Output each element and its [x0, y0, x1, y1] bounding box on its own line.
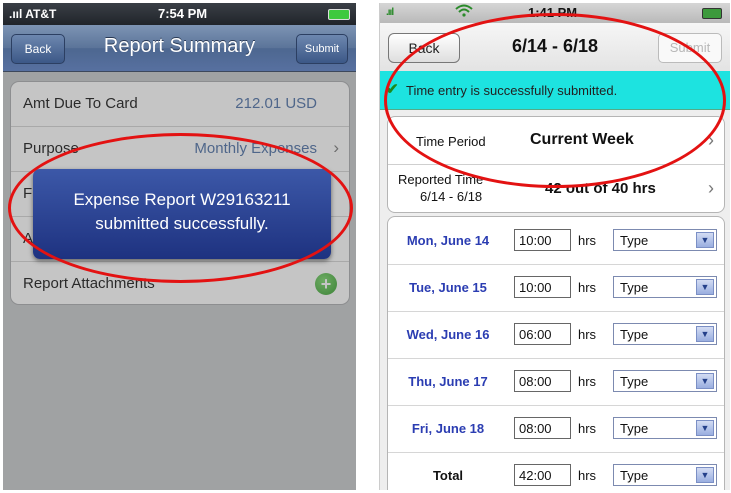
type-value: Type: [620, 468, 649, 483]
hrs-label: hrs: [578, 327, 597, 342]
type-value: Type: [620, 327, 649, 342]
day-label: Mon, June 14: [406, 233, 490, 248]
total-hours-input[interactable]: 42:00: [514, 464, 571, 486]
navigation-bar: Back Report Summary Submit: [3, 25, 356, 72]
reported-time-range: 6/14 - 6/18: [420, 189, 483, 204]
hours-input[interactable]: 08:00: [514, 417, 571, 439]
battery-icon: [328, 9, 350, 20]
chevron-right-icon: ›: [708, 178, 714, 198]
chevron-down-icon: ▼: [696, 326, 714, 342]
hours-input[interactable]: 08:00: [514, 370, 571, 392]
total-label: Total: [432, 468, 464, 483]
daily-hours-group: Mon, June 14 10:00 hrs Type ▼ Tue, June 1…: [387, 216, 725, 490]
highlight-ellipse: [384, 13, 726, 188]
submit-button[interactable]: Submit: [296, 34, 348, 64]
total-row: Total 42:00 hrs Type ▼: [388, 452, 724, 490]
clock: 7:54 PM: [158, 6, 208, 21]
type-select[interactable]: Type ▼: [613, 370, 717, 392]
chevron-down-icon: ▼: [696, 232, 714, 248]
wifi-icon: [455, 4, 473, 20]
type-value: Type: [620, 280, 649, 295]
type-select[interactable]: Type ▼: [613, 276, 717, 298]
type-select[interactable]: Type ▼: [613, 417, 717, 439]
chevron-down-icon: ▼: [696, 420, 714, 436]
type-value: Type: [620, 421, 649, 436]
hours-input[interactable]: 10:00: [514, 229, 571, 251]
carrier-label: .ııl AT&T: [9, 7, 57, 21]
highlight-ellipse: [8, 133, 353, 283]
hours-input[interactable]: 10:00: [514, 276, 571, 298]
day-label: Thu, June 17: [408, 374, 488, 389]
day-label: Tue, June 15: [409, 280, 487, 295]
day-label: Wed, June 16: [406, 327, 490, 342]
type-select[interactable]: Type ▼: [613, 464, 717, 486]
type-value: Type: [620, 374, 649, 389]
hrs-label: hrs: [578, 468, 597, 483]
day-row: Tue, June 15 10:00 hrs Type ▼: [388, 264, 724, 312]
chevron-down-icon: ▼: [696, 467, 714, 483]
day-row: Mon, June 14 10:00 hrs Type ▼: [388, 217, 724, 265]
type-select[interactable]: Type ▼: [613, 323, 717, 345]
day-row: Thu, June 17 08:00 hrs Type ▼: [388, 358, 724, 406]
day-label: Fri, June 18: [411, 421, 485, 436]
chevron-down-icon: ▼: [696, 279, 714, 295]
hrs-label: hrs: [578, 374, 597, 389]
hrs-label: hrs: [578, 280, 597, 295]
status-bar: .ııl AT&T 7:54 PM: [3, 3, 356, 25]
signal-icon: .ııl: [386, 7, 394, 18]
day-row: Wed, June 16 06:00 hrs Type ▼: [388, 311, 724, 359]
hrs-label: hrs: [578, 421, 597, 436]
right-phone-screen: .ııl 1:41 PM Back 6/14 - 6/18 Submit ✔ T…: [379, 3, 730, 490]
hours-input[interactable]: 06:00: [514, 323, 571, 345]
battery-icon: [702, 8, 722, 19]
hrs-label: hrs: [578, 233, 597, 248]
type-select[interactable]: Type ▼: [613, 229, 717, 251]
left-phone-screen: .ııl AT&T 7:54 PM Back Report Summary Su…: [3, 3, 356, 490]
chevron-down-icon: ▼: [696, 373, 714, 389]
day-row: Fri, June 18 08:00 hrs Type ▼: [388, 405, 724, 453]
type-value: Type: [620, 233, 649, 248]
